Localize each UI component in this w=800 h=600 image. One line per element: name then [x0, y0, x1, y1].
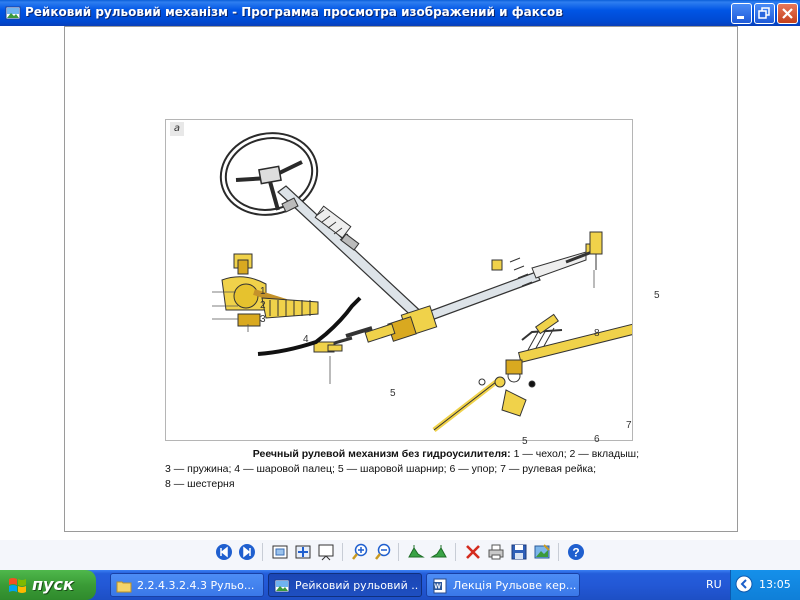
taskbar-button-label: 2.2.4.3.2.4.3 Рульо... [137, 579, 255, 592]
callout-1: 1 [260, 286, 266, 297]
caption-line-2: 3 — пружина; 4 — шаровой палец; 5 — шаро… [165, 463, 597, 475]
zoom-in-button[interactable] [350, 542, 370, 562]
steering-rack-drawing [212, 132, 632, 432]
callout-4: 4 [303, 334, 309, 345]
delete-icon [466, 545, 480, 559]
pinion-gear-assembly [345, 305, 438, 343]
window-title: Рейковий рульовий механізм - Программа п… [25, 5, 563, 19]
figure-frame: а 1 2 3 4 5 5 5 6 7 8 [165, 119, 660, 447]
minimize-icon [737, 16, 744, 19]
rotate-counterclockwise-button[interactable] [429, 542, 449, 562]
toolbar-separator [558, 543, 559, 561]
next-image-button[interactable] [237, 542, 257, 562]
toolbar-separator [398, 543, 399, 561]
taskbar: пуск 2.2.4.3.2.4.3 Рульо... Рейковий рул… [0, 570, 800, 600]
rotate-clockwise-button[interactable] [406, 542, 426, 562]
system-tray: 13:05 [730, 570, 800, 600]
show-hidden-icons-button[interactable] [735, 575, 753, 593]
actual-size-button[interactable] [293, 542, 313, 562]
word-document-icon: W [433, 578, 447, 594]
language-indicator[interactable]: RU [706, 578, 722, 591]
restore-icon [758, 7, 770, 19]
maximize-button[interactable] [754, 3, 775, 24]
save-as-button[interactable] [509, 542, 529, 562]
viewer-toolbar: ? [0, 540, 800, 570]
callout-5-left: 5 [390, 388, 396, 399]
taskbar-button-label: Лекція Рульове кер... [453, 579, 577, 592]
caption-line-3: 8 — шестерня [165, 478, 235, 490]
delete-button[interactable] [463, 542, 483, 562]
callout-8: 8 [594, 328, 600, 339]
previous-image-button[interactable] [214, 542, 234, 562]
taskbar-button-label: Рейковий рульовий ... [295, 579, 419, 592]
close-button[interactable] [777, 3, 798, 24]
image-viewer-icon [274, 579, 290, 593]
rack-housing [405, 243, 601, 329]
image-viewer-app-icon [5, 6, 21, 20]
help-button[interactable]: ? [566, 542, 586, 562]
folder-icon [116, 581, 132, 593]
toolbar-separator [455, 543, 456, 561]
callout-6: 6 [594, 434, 600, 445]
slideshow-button[interactable] [316, 542, 336, 562]
best-fit-button[interactable] [270, 542, 290, 562]
start-label: пуск [32, 575, 74, 594]
title-bar[interactable]: Рейковий рульовий механізм - Программа п… [0, 0, 800, 26]
callout-7: 7 [626, 420, 632, 431]
callout-5-right: 5 [654, 290, 660, 301]
image-canvas[interactable]: а 1 2 3 4 5 5 5 6 7 8 Реечный рулевой ме… [64, 26, 738, 532]
taskbar-button-image-viewer[interactable]: Рейковий рульовий ... [268, 573, 422, 597]
svg-text:W: W [434, 584, 441, 591]
ball-joint-cross-section [221, 253, 319, 327]
exploded-rack-parts [432, 313, 632, 432]
help-icon: ? [572, 546, 579, 560]
caption-title: Реечный рулевой механизм без гидроусилит… [252, 448, 511, 460]
start-button[interactable]: пуск [0, 570, 96, 600]
windows-flag-icon [9, 578, 26, 593]
figure-caption: Реечный рулевой механизм без гидроусилит… [165, 447, 639, 492]
clock: 13:05 [759, 578, 791, 591]
toolbar-separator [342, 543, 343, 561]
zoom-out-button[interactable] [373, 542, 393, 562]
close-icon [782, 8, 793, 19]
taskbar-button-folder[interactable]: 2.2.4.3.2.4.3 Рульо... [110, 573, 264, 597]
callout-5-bottom: 5 [522, 436, 528, 447]
callout-2: 2 [260, 300, 266, 311]
minimize-button[interactable] [731, 3, 752, 24]
caption-line-1-rest: 1 — чехол; 2 — вкладыш; [510, 448, 639, 460]
caption-line-1: Реечный рулевой механизм без гидроусилит… [165, 447, 639, 462]
taskbar-button-word[interactable]: W Лекція Рульове кер... [426, 573, 580, 597]
toolbar-separator [262, 543, 263, 561]
open-for-editing-button[interactable] [532, 542, 552, 562]
callout-3: 3 [260, 314, 266, 325]
print-button[interactable] [486, 542, 506, 562]
